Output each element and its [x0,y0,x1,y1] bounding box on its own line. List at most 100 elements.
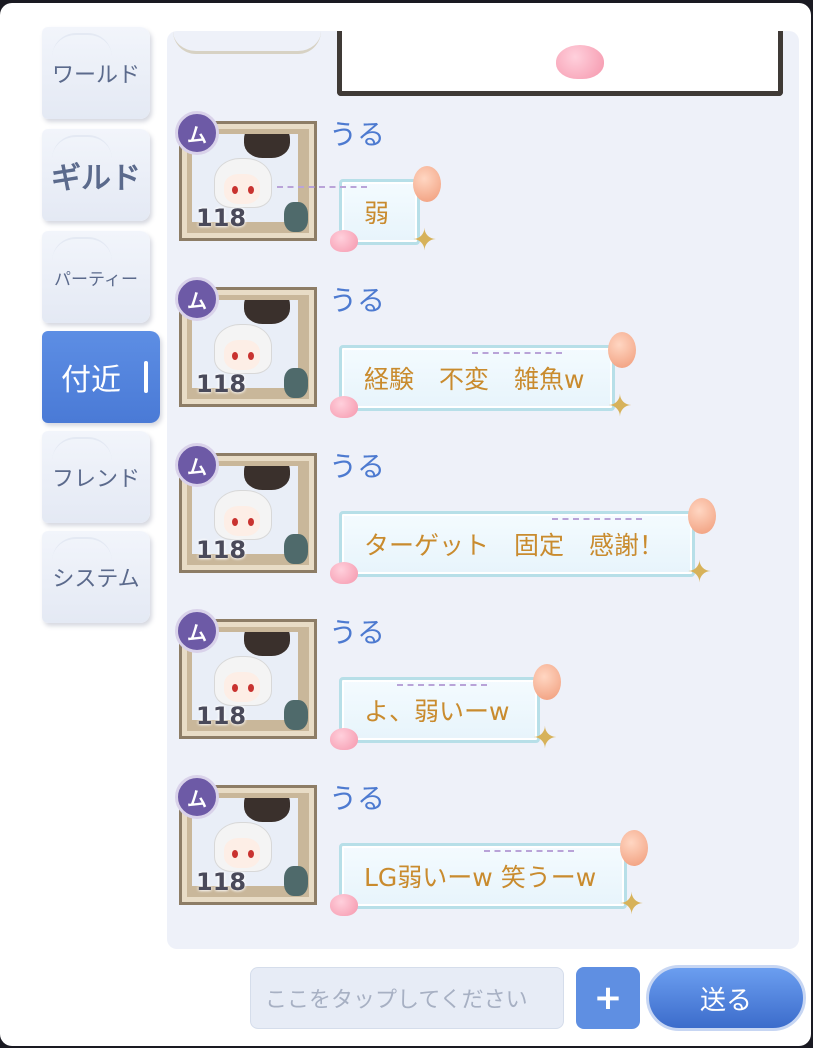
chat-log[interactable]: 118 ム うる 弱 ✦ 118 ム うる 経験 不変 雑魚w ✦ 118 ム … [167,31,799,949]
message-text: 経験 不変 雑魚w [364,365,585,394]
message-text: ターゲット 固定 感謝！ [364,531,665,560]
class-emblem-icon: ム [175,609,219,653]
chat-input-bar: ここをタップしてください + 送る [0,963,811,1043]
level-number: 118 [196,868,247,896]
tab-world[interactable]: ワールド [42,27,150,119]
character-eye [232,850,238,858]
character-eye [232,352,238,360]
level-number: 118 [196,536,247,564]
bunting-decoration [397,684,488,694]
pet-icon [284,700,308,730]
character-face [224,838,260,868]
message-text: よ、弱いーw [364,697,510,726]
chat-message: 118 ム うる 弱 ✦ [175,111,775,258]
pink-slime-icon [330,230,358,252]
sender-name[interactable]: うる [329,611,385,651]
sender-name[interactable]: うる [329,279,385,319]
balloon-icon [533,664,562,700]
tab-label: ギルド [51,161,141,196]
character-face [224,672,260,702]
character-eye [232,684,238,692]
bunting-decoration [472,352,563,362]
level-number: 118 [196,370,247,398]
class-emblem-icon: ム [175,775,219,819]
pet-icon [284,368,308,398]
pink-slime-icon [330,396,358,418]
pink-slime-icon [330,562,358,584]
tab-friend[interactable]: フレンド [42,431,150,523]
character-eye [248,850,254,858]
tab-decoration [52,33,112,57]
star-icon: ✦ [532,721,558,756]
balloon-icon [620,830,649,866]
tab-decoration [52,237,112,261]
message-text: 弱 [364,199,390,228]
pink-slime-icon [556,45,604,79]
character-eye [248,186,254,194]
chat-input[interactable]: ここをタップしてください [250,967,564,1029]
message-bubble: よ、弱いーw ✦ [330,664,562,756]
character-face [224,506,260,536]
star-icon: ✦ [607,389,633,424]
character-eye [248,684,254,692]
message-bubble: 経験 不変 雑魚w ✦ [330,332,637,424]
tab-nearby[interactable]: 付近 [42,331,160,423]
star-icon: ✦ [619,887,645,922]
level-number: 118 [196,702,247,730]
tab-decoration [52,437,112,461]
send-button-label: 送る [699,985,752,1016]
bunting-decoration [277,186,368,196]
plus-button[interactable]: + [576,967,640,1029]
chat-message: 118 ム うる よ、弱いーw ✦ [175,609,775,756]
class-emblem-icon: ム [175,277,219,321]
bunting-decoration [552,518,643,528]
tab-label: ワールド [51,63,140,88]
message-text: LG弱いーw 笑うーw [364,863,597,892]
pet-icon [284,866,308,896]
pet-icon [284,534,308,564]
tab-system[interactable]: システム [42,531,150,623]
chat-message: 118 ム うる ターゲット 固定 感謝！ ✦ [175,443,775,590]
message-bubble: ターゲット 固定 感謝！ ✦ [330,498,717,590]
level-number: 118 [196,204,247,232]
character-eye [232,186,238,194]
class-emblem-icon: ム [175,111,219,155]
pink-slime-icon [330,728,358,750]
tab-decoration [52,537,112,561]
bunting-decoration [484,850,575,860]
chat-message: 118 ム うる LG弱いーw 笑うーw ✦ [175,775,775,922]
character-face [224,340,260,370]
previous-message-bubble [337,31,783,96]
plus-icon: + [593,978,623,1018]
black-cat-icon [244,134,290,158]
character-face [224,174,260,204]
tab-label: フレンド [51,467,140,492]
black-cat-icon [244,466,290,490]
message-bubble: 弱 ✦ [277,166,442,258]
black-cat-icon [244,798,290,822]
class-emblem-icon: ム [175,443,219,487]
active-tab-indicator [144,361,148,393]
tab-guild[interactable]: ギルド [42,129,150,221]
sender-name[interactable]: うる [329,777,385,817]
balloon-icon [608,332,637,368]
tab-label: 付近 [61,363,121,398]
tab-label: システム [52,567,140,592]
black-cat-icon [244,632,290,656]
input-placeholder: ここをタップしてください [265,988,528,1013]
character-eye [248,518,254,526]
message-bubble: LG弱いーw 笑うーw ✦ [330,830,649,922]
pet-icon [284,202,308,232]
tab-party[interactable]: パーティー [42,231,150,323]
send-button[interactable]: 送る [646,965,806,1031]
black-cat-icon [244,300,290,324]
sender-name[interactable]: うる [329,445,385,485]
balloon-icon [413,166,442,202]
sender-name[interactable]: うる [329,113,385,153]
tab-label: パーティー [54,269,138,290]
chat-message: 118 ム うる 経験 不変 雑魚w ✦ [175,277,775,424]
star-icon: ✦ [411,223,438,258]
frame-ornament [173,31,321,54]
pink-slime-icon [330,894,358,916]
character-eye [232,518,238,526]
